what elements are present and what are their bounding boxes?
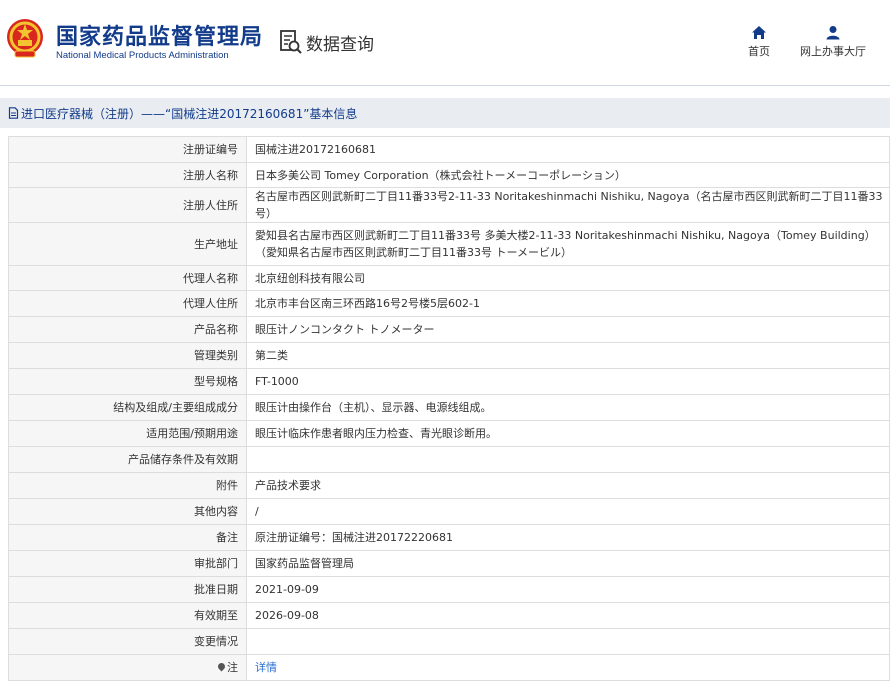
field-label: 代理人住所 <box>8 290 247 317</box>
page-title: 进口医疗器械（注册）——“国械注进20172160681”基本信息 <box>21 106 358 121</box>
table-row: 注册人名称 日本多美公司 Tomey Corporation（株式会社トーメーコ… <box>8 162 890 188</box>
table-row: 审批部门 国家药品监督管理局 <box>8 550 890 577</box>
field-value: 眼压计ノンコンタクト トノメーター <box>246 316 890 343</box>
table-row: 生产地址 愛知县名古屋市西区则武新町二丁目11番33号 多美大楼2-11-33 … <box>8 222 890 266</box>
table-row: 有效期至 2026-09-08 <box>8 602 890 629</box>
detail-table-wrapper: 注册证编号 国械注进20172160681 注册人名称 日本多美公司 Tomey… <box>8 136 890 681</box>
field-value: 产品技术要求 <box>246 472 890 499</box>
table-row: 其他内容 / <box>8 498 890 525</box>
field-label: 审批部门 <box>8 550 247 577</box>
home-icon <box>752 26 766 39</box>
details-link[interactable]: 详情 <box>255 661 277 674</box>
nav-home[interactable]: 首页 <box>739 25 779 59</box>
table-row: 注册证编号 国械注进20172160681 <box>8 136 890 163</box>
field-value: 2021-09-09 <box>246 576 890 603</box>
field-label: 批准日期 <box>8 576 247 603</box>
field-label: 变更情况 <box>8 628 247 655</box>
field-value: 北京市丰台区南三环西路16号2号楼5层602-1 <box>246 290 890 317</box>
note-label: 注 <box>8 654 247 681</box>
field-label: 代理人名称 <box>8 265 247 291</box>
document-search-icon <box>280 30 302 54</box>
field-label: 结构及组成/主要组成成分 <box>8 394 247 421</box>
table-row: 产品名称 眼压计ノンコンタクト トノメーター <box>8 316 890 343</box>
field-value <box>246 446 890 473</box>
field-label: 注册人住所 <box>8 187 247 223</box>
table-row: 注册人住所 名古屋市西区则武新町二丁目11番33号2-11-33 Noritak… <box>8 187 890 223</box>
data-query-section: 数据查询 <box>279 28 374 56</box>
field-value <box>246 628 890 655</box>
field-value: 日本多美公司 Tomey Corporation（株式会社トーメーコーポレーショ… <box>246 162 890 188</box>
national-emblem-icon <box>7 19 43 58</box>
note-label-text: 注 <box>227 661 238 674</box>
brand-title-en: National Medical Products Administration <box>56 50 229 61</box>
field-value: 2026-09-08 <box>246 602 890 629</box>
table-row: 适用范围/预期用途 眼压计临床作患者眼内压力检查、青光眼诊断用。 <box>8 420 890 447</box>
field-value: 眼压计临床作患者眼内压力检查、青光眼诊断用。 <box>246 420 890 447</box>
table-row: 附件 产品技术要求 <box>8 472 890 499</box>
field-label: 产品储存条件及有效期 <box>8 446 247 473</box>
field-value: 第二类 <box>246 342 890 369</box>
note-value: 详情 <box>246 654 890 681</box>
field-value: FT-1000 <box>246 368 890 395</box>
table-row: 型号规格 FT-1000 <box>8 368 890 395</box>
document-icon <box>8 107 19 119</box>
field-label: 适用范围/预期用途 <box>8 420 247 447</box>
field-value: 名古屋市西区则武新町二丁目11番33号2-11-33 Noritakeshinm… <box>246 187 890 223</box>
field-label: 有效期至 <box>8 602 247 629</box>
brand-title-cn: 国家药品监督管理局 <box>56 25 264 50</box>
field-label: 备注 <box>8 524 247 551</box>
site-header: 国家药品监督管理局 National Medical Products Admi… <box>0 0 890 86</box>
user-icon <box>826 26 840 40</box>
field-label: 注册人名称 <box>8 162 247 188</box>
table-row: 备注 原注册证编号：国械注进20172220681 <box>8 524 890 551</box>
field-value: 国家药品监督管理局 <box>246 550 890 577</box>
field-label: 附件 <box>8 472 247 499</box>
data-query-label: 数据查询 <box>306 34 374 55</box>
table-row: 批准日期 2021-09-09 <box>8 576 890 603</box>
table-row: 代理人住所 北京市丰台区南三环西路16号2号楼5层602-1 <box>8 290 890 317</box>
nav-online-office-label: 网上办事大厅 <box>800 45 866 58</box>
table-row: 结构及组成/主要组成成分 眼压计由操作台（主机）、显示器、电源线组成。 <box>8 394 890 421</box>
field-value: 愛知县名古屋市西区则武新町二丁目11番33号 多美大楼2-11-33 Norit… <box>246 222 890 266</box>
field-label: 管理类别 <box>8 342 247 369</box>
table-row: 产品储存条件及有效期 <box>8 446 890 473</box>
nav-online-office[interactable]: 网上办事大厅 <box>798 25 868 59</box>
field-label: 其他内容 <box>8 498 247 525</box>
pin-icon <box>216 661 227 672</box>
field-label: 注册证编号 <box>8 136 247 163</box>
field-value: 眼压计由操作台（主机）、显示器、电源线组成。 <box>246 394 890 421</box>
table-row: 管理类别 第二类 <box>8 342 890 369</box>
field-value: 国械注进20172160681 <box>246 136 890 163</box>
nav-home-label: 首页 <box>748 45 770 58</box>
field-value: 北京纽创科技有限公司 <box>246 265 890 291</box>
field-label: 生产地址 <box>8 222 247 266</box>
field-value: 原注册证编号：国械注进20172220681 <box>246 524 890 551</box>
table-row: 变更情况 <box>8 628 890 655</box>
field-value: / <box>246 498 890 525</box>
table-row: 代理人名称 北京纽创科技有限公司 <box>8 265 890 291</box>
table-row-note: 注 详情 <box>8 654 890 681</box>
detail-table: 注册证编号 国械注进20172160681 注册人名称 日本多美公司 Tomey… <box>8 136 890 681</box>
field-label: 型号规格 <box>8 368 247 395</box>
page-title-bar: 进口医疗器械（注册）——“国械注进20172160681”基本信息 <box>0 98 890 128</box>
field-label: 产品名称 <box>8 316 247 343</box>
